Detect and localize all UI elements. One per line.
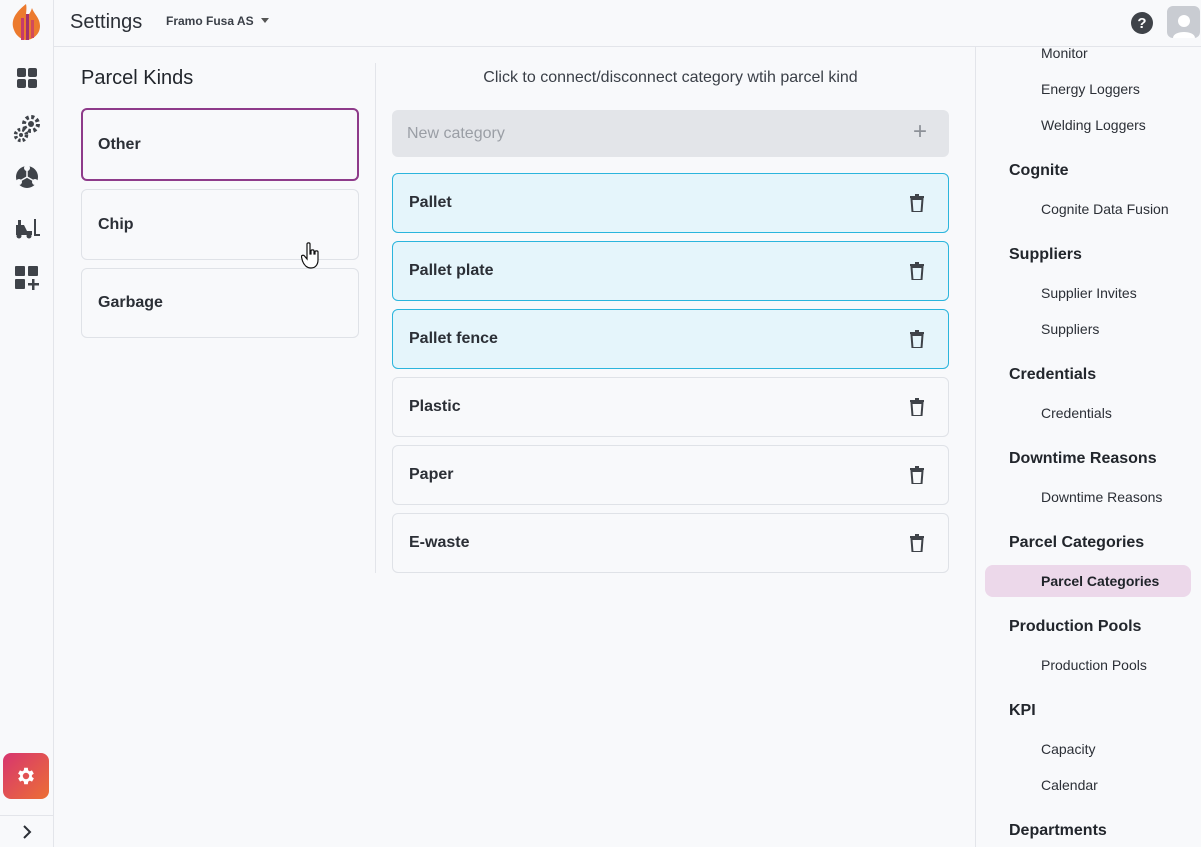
user-icon[interactable]: [1167, 6, 1200, 38]
nav-item-energy-loggers[interactable]: Energy Loggers: [1041, 81, 1140, 97]
plus-icon[interactable]: +: [913, 120, 927, 144]
trash-icon[interactable]: [910, 330, 924, 353]
hand-cursor-icon: [300, 242, 321, 275]
new-category-input[interactable]: [407, 124, 887, 143]
parcel-kind-label: Other: [98, 135, 141, 153]
nav-item-capacity[interactable]: Capacity: [1041, 741, 1095, 757]
connect-instruction: Click to connect/disconnect category wti…: [483, 69, 858, 86]
category-row-e-waste[interactable]: E-waste: [392, 513, 949, 573]
nav-item-downtime-reasons[interactable]: Downtime Reasons: [1041, 489, 1162, 505]
parcel-kind-label: Garbage: [98, 294, 163, 311]
caret-down-icon: [260, 18, 269, 23]
nav-item-suppliers[interactable]: Suppliers: [1041, 321, 1099, 337]
top-bar: Settings Framo Fusa AS ?: [54, 0, 1201, 47]
category-row-pallet-fence[interactable]: Pallet fence: [392, 309, 949, 369]
category-row-paper[interactable]: Paper: [392, 445, 949, 505]
new-category-field[interactable]: +: [392, 110, 949, 157]
category-row-plastic[interactable]: Plastic: [392, 377, 949, 437]
network-icon[interactable]: [11, 161, 43, 193]
category-label: Pallet plate: [409, 262, 494, 279]
settings-button[interactable]: [3, 753, 49, 799]
nav-section-kpi: KPI: [1009, 702, 1036, 719]
parcel-kind-garbage[interactable]: Garbage: [81, 268, 359, 338]
column-divider: [375, 63, 376, 573]
gears-icon[interactable]: [11, 112, 43, 144]
category-label: E-waste: [409, 534, 470, 551]
left-rail: [0, 0, 54, 847]
forklift-icon[interactable]: [11, 212, 43, 244]
nav-item-supplier-invites[interactable]: Supplier Invites: [1041, 285, 1137, 301]
category-row-pallet-plate[interactable]: Pallet plate: [392, 241, 949, 301]
parcel-kind-other[interactable]: Other: [81, 108, 359, 181]
chevron-right-icon: [23, 824, 32, 839]
add-widget-icon[interactable]: [11, 262, 43, 294]
nav-section-departments: Departments: [1009, 822, 1107, 839]
nav-item-parcel-categories[interactable]: Parcel Categories: [1041, 573, 1159, 589]
nav-item-production-pools[interactable]: Production Pools: [1041, 657, 1147, 673]
nav-item-monitor[interactable]: Monitor: [1041, 47, 1088, 61]
parcel-kinds-title: Parcel Kinds: [81, 67, 194, 89]
trash-icon[interactable]: [910, 466, 924, 489]
trash-icon[interactable]: [910, 262, 924, 285]
trash-icon[interactable]: [910, 194, 924, 217]
category-label: Pallet: [409, 194, 452, 211]
organization-selector[interactable]: Framo Fusa AS: [166, 14, 270, 28]
category-label: Paper: [409, 466, 454, 483]
settings-icon: [18, 767, 34, 785]
app-logo[interactable]: [6, 2, 46, 42]
nav-item-calendar[interactable]: Calendar: [1041, 777, 1098, 793]
nav-section-cognite: Cognite: [1009, 162, 1069, 179]
dashboard-icon[interactable]: [11, 62, 43, 94]
category-row-pallet[interactable]: Pallet: [392, 173, 949, 233]
expand-rail-button[interactable]: [0, 815, 54, 847]
category-label: Pallet fence: [409, 330, 498, 347]
nav-item-cognite-data-fusion[interactable]: Cognite Data Fusion: [1041, 201, 1169, 217]
organization-name: Framo Fusa AS: [166, 14, 254, 28]
nav-item-credentials[interactable]: Credentials: [1041, 405, 1112, 421]
category-label: Plastic: [409, 398, 461, 415]
nav-section-production-pools: Production Pools: [1009, 618, 1142, 635]
nav-item-welding-loggers[interactable]: Welding Loggers: [1041, 117, 1146, 133]
nav-section-credentials: Credentials: [1009, 366, 1097, 383]
nav-section-suppliers: Suppliers: [1009, 246, 1082, 263]
trash-icon[interactable]: [910, 398, 924, 421]
help-icon[interactable]: ?: [1131, 12, 1153, 34]
trash-icon[interactable]: [910, 534, 924, 557]
parcel-kind-label: Chip: [98, 215, 134, 233]
nav-section-downtime-reasons: Downtime Reasons: [1009, 450, 1157, 467]
page-title: Settings: [70, 11, 143, 33]
settings-navigation: Monitor Energy Loggers Welding Loggers C…: [975, 47, 1201, 847]
nav-section-parcel-categories: Parcel Categories: [1009, 534, 1145, 551]
